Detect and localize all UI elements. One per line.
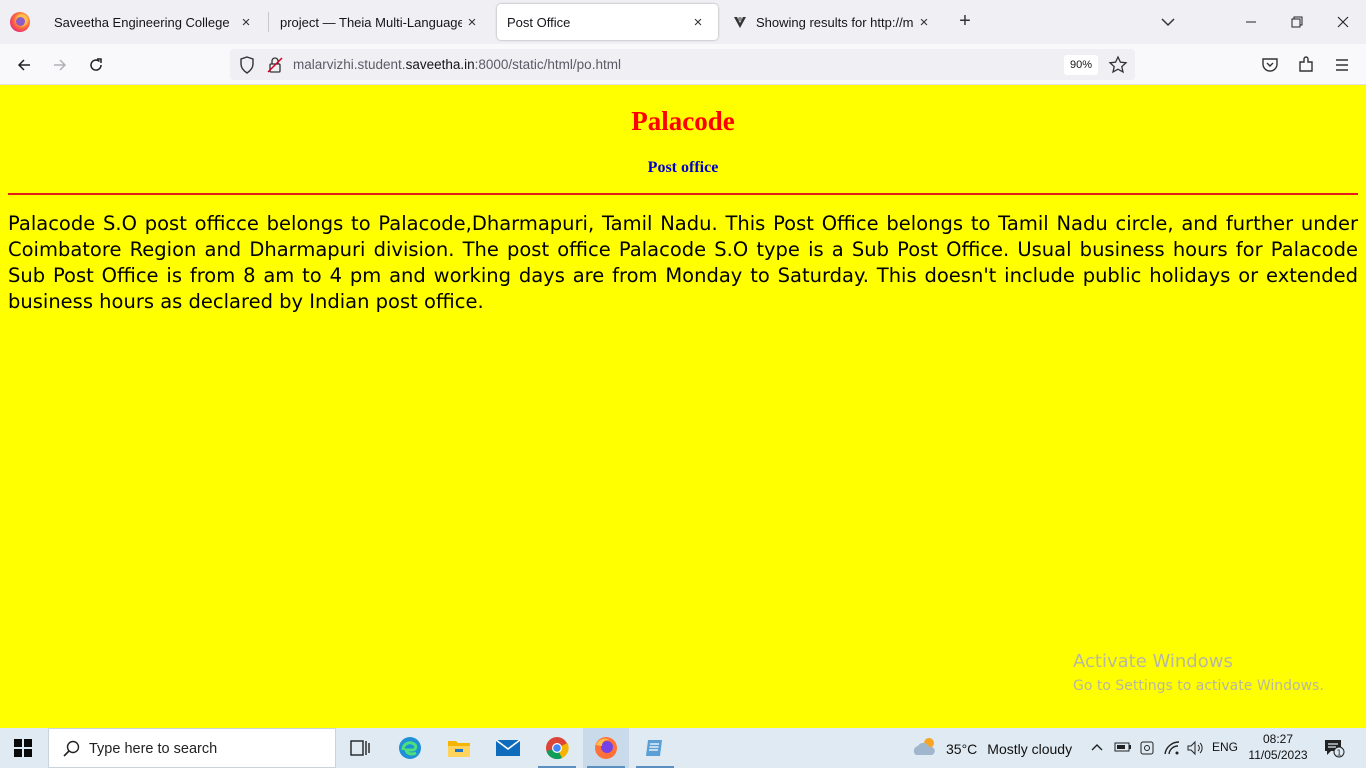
url-prefix: malarvizhi.student. <box>293 57 406 72</box>
bookmark-star-icon[interactable] <box>1108 55 1128 75</box>
weather-widget[interactable]: 35°C Mostly cloudy <box>912 736 1072 761</box>
forward-button[interactable] <box>47 52 73 78</box>
cloudy-weather-icon <box>912 736 938 761</box>
edge-icon[interactable] <box>387 728 433 768</box>
windows-start-icon[interactable] <box>14 739 32 757</box>
watermark-subtitle: Go to Settings to activate Windows. <box>1073 678 1324 694</box>
meet-now-icon[interactable] <box>1139 740 1155 759</box>
insecure-lock-icon[interactable] <box>267 56 283 74</box>
tab-saveetha[interactable]: Saveetha Engineering College × <box>44 4 266 40</box>
zoom-level-button[interactable]: 90% <box>1064 55 1098 75</box>
watermark-title: Activate Windows <box>1073 651 1233 672</box>
firefox-icon[interactable] <box>583 728 629 768</box>
site-favicon-icon <box>732 14 748 30</box>
back-button[interactable] <box>11 52 37 78</box>
address-bar[interactable]: malarvizhi.student.saveetha.in:8000/stat… <box>230 49 1135 80</box>
mail-icon[interactable] <box>485 728 531 768</box>
input-language-indicator[interactable]: ENG <box>1212 740 1238 754</box>
page-heading: Palacode <box>631 106 735 136</box>
windows-taskbar: Type here to search 35°C Mostly cloudy E… <box>0 728 1366 768</box>
tab-title: project — Theia Multi-Language Ex <box>280 14 462 30</box>
restore-button[interactable] <box>1274 0 1320 44</box>
notification-center-icon[interactable]: 1 <box>1323 738 1345 758</box>
tab-close-icon[interactable]: × <box>236 14 256 31</box>
tab-post-office[interactable]: Post Office × <box>497 4 718 40</box>
web-page-content: Palacode Post office Palacode S.O post o… <box>0 85 1366 728</box>
tab-title: Showing results for http://malar <box>756 14 914 30</box>
search-placeholder: Type here to search <box>89 741 218 757</box>
weather-condition: Mostly cloudy <box>987 740 1073 757</box>
extensions-icon[interactable] <box>1295 54 1317 76</box>
navigation-toolbar: malarvizhi.student.saveetha.in:8000/stat… <box>0 44 1366 85</box>
reload-button[interactable] <box>83 52 109 78</box>
clock-time: 08:27 <box>1262 732 1294 746</box>
tab-theia-project[interactable]: project — Theia Multi-Language Ex × <box>270 4 492 40</box>
tab-close-icon[interactable]: × <box>914 14 934 31</box>
tab-close-icon[interactable]: × <box>688 14 708 31</box>
search-icon <box>61 739 81 759</box>
tab-close-icon[interactable]: × <box>462 14 482 31</box>
file-explorer-icon[interactable] <box>436 728 482 768</box>
volume-icon[interactable] <box>1186 740 1204 759</box>
firefox-logo-icon[interactable] <box>10 12 30 32</box>
notification-count: 1 <box>1336 749 1341 758</box>
battery-icon[interactable] <box>1114 740 1132 757</box>
url-host: saveetha.in <box>405 57 475 72</box>
taskbar-search-box[interactable]: Type here to search <box>48 728 336 768</box>
notepad-icon[interactable] <box>632 728 678 768</box>
taskbar-clock[interactable]: 08:27 11/05/2023 <box>1244 731 1312 763</box>
activate-windows-watermark: Activate Windows Go to Settings to activ… <box>1073 651 1324 694</box>
post-office-description: Palacode S.O post officce belongs to Pal… <box>8 212 1358 313</box>
chrome-icon[interactable] <box>534 728 580 768</box>
weather-temperature: 35°C <box>946 740 978 757</box>
wifi-icon[interactable] <box>1163 740 1181 759</box>
tab-title: Saveetha Engineering College <box>54 14 230 30</box>
minimize-button[interactable] <box>1228 0 1274 44</box>
url-text[interactable]: malarvizhi.student.saveetha.in:8000/stat… <box>293 57 621 72</box>
app-menu-icon[interactable] <box>1331 54 1353 76</box>
tab-separator <box>268 12 269 32</box>
clock-date: 11/05/2023 <box>1248 748 1308 762</box>
horizontal-rule <box>8 193 1358 195</box>
tab-search-results[interactable]: Showing results for http://malar × <box>722 4 944 40</box>
url-suffix: :8000/static/html/po.html <box>474 57 621 72</box>
list-all-tabs-chevron-icon[interactable] <box>1158 12 1178 32</box>
pocket-icon[interactable] <box>1259 54 1281 76</box>
tab-strip: Saveetha Engineering College × project —… <box>0 0 1366 44</box>
close-window-button[interactable] <box>1320 0 1366 44</box>
new-tab-button[interactable]: + <box>953 10 977 34</box>
tracking-protection-shield-icon[interactable] <box>239 56 255 74</box>
page-subheading: Post office <box>647 159 719 176</box>
task-view-icon[interactable] <box>337 728 383 768</box>
show-hidden-icons-chevron-icon[interactable] <box>1090 740 1104 757</box>
tab-title: Post Office <box>507 14 571 30</box>
